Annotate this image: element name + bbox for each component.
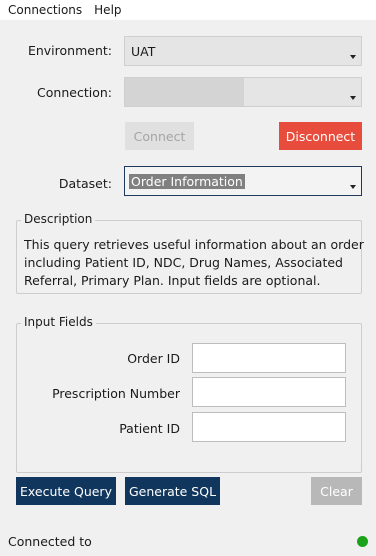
- menu-help[interactable]: Help: [88, 0, 127, 20]
- connection-value-fill: [125, 78, 244, 106]
- disconnect-button[interactable]: Disconnect: [279, 122, 362, 150]
- dataset-select[interactable]: Order Information: [124, 166, 362, 196]
- connect-button[interactable]: Connect: [125, 122, 194, 150]
- generate-sql-button[interactable]: Generate SQL: [125, 477, 220, 505]
- prescription-number-input[interactable]: [192, 377, 346, 407]
- input-fields-title: Input Fields: [21, 315, 96, 329]
- patient-id-label: Patient ID: [119, 421, 180, 436]
- clear-button[interactable]: Clear: [311, 477, 362, 505]
- dataset-label: Dataset:: [58, 176, 112, 191]
- connection-status-icon: [357, 536, 368, 547]
- connection-label: Connection:: [37, 85, 112, 100]
- environment-label: Environment:: [27, 43, 112, 58]
- environment-select[interactable]: UAT: [124, 36, 362, 66]
- order-id-input[interactable]: [192, 343, 346, 373]
- description-text: This query retrieves useful information …: [24, 237, 364, 288]
- main-panel: Environment: UAT Connection: Connect Dis…: [0, 20, 376, 556]
- prescription-number-label: Prescription Number: [52, 386, 180, 401]
- status-text: Connected to: [8, 534, 92, 549]
- chevron-down-icon: [350, 55, 356, 59]
- environment-value: UAT: [131, 43, 156, 59]
- menu-connections[interactable]: Connections: [0, 0, 88, 20]
- dataset-value: Order Information: [129, 173, 245, 189]
- description-title: Description: [21, 212, 96, 226]
- order-id-label: Order ID: [127, 351, 180, 366]
- chevron-down-icon: [350, 96, 356, 100]
- connection-select[interactable]: [124, 77, 362, 107]
- chevron-down-icon: [350, 185, 356, 189]
- patient-id-input[interactable]: [192, 412, 346, 442]
- menu-bar: Connections Help: [0, 0, 376, 20]
- execute-query-button[interactable]: Execute Query: [16, 477, 116, 505]
